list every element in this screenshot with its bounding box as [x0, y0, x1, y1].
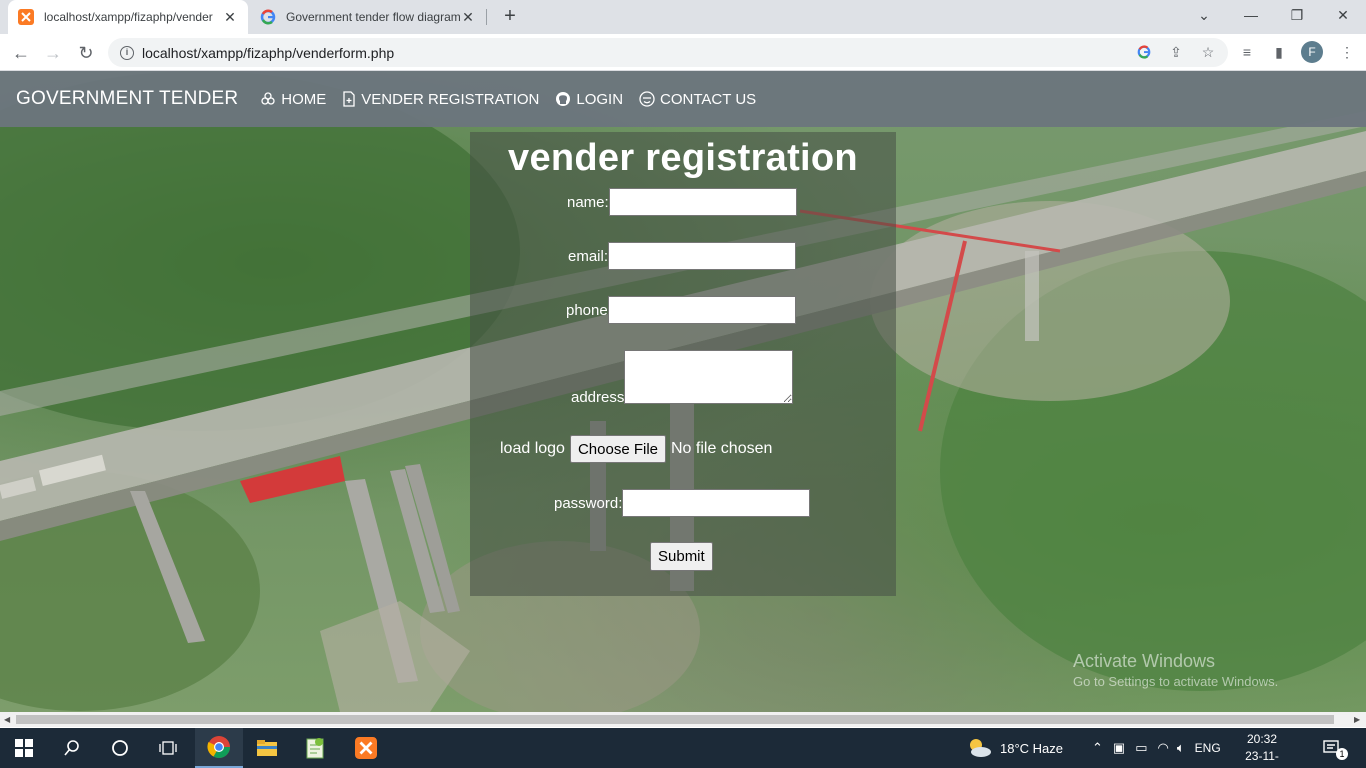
clock-date: 23-11-2022 — [1245, 749, 1279, 768]
submit-button[interactable]: Submit — [650, 542, 713, 571]
bookmark-star-icon[interactable]: ☆ — [1199, 43, 1217, 61]
address-bar[interactable]: i localhost/xampp/fizaphp/venderform.php — [108, 38, 1228, 67]
reload-icon[interactable]: ↻ — [73, 40, 99, 66]
reading-list-icon[interactable]: ≡ — [1238, 43, 1256, 61]
email-row: email: — [568, 242, 797, 270]
close-window-icon[interactable]: ✕ — [1320, 0, 1366, 30]
menu-kebab-icon[interactable]: ⋮ — [1338, 43, 1356, 61]
scroll-left-icon[interactable]: ◀ — [4, 715, 10, 724]
tab-title: Government tender flow diagram — [286, 10, 460, 24]
email-label: email: — [568, 247, 609, 265]
logo-row: load logo Choose File No file chosen — [500, 435, 772, 463]
name-row: name: — [567, 188, 797, 216]
google-icon — [260, 9, 276, 25]
email-input[interactable] — [608, 242, 797, 270]
nav-link-label: LOGIN — [576, 90, 624, 108]
notification-center-icon[interactable]: 1 — [1322, 728, 1348, 768]
wifi-icon[interactable]: ◠ — [1158, 740, 1169, 756]
tab-vender-form[interactable]: localhost/xampp/fizaphp/vender ✕ — [8, 0, 248, 34]
nav-link-vender-registration[interactable]: VENDER REGISTRATION — [342, 91, 539, 108]
url-text[interactable]: localhost/xampp/fizaphp/venderform.php — [142, 45, 394, 61]
cortana-icon[interactable] — [96, 728, 144, 768]
password-label: password: — [554, 494, 623, 512]
xampp-taskbar-icon[interactable] — [342, 728, 390, 768]
chrome-taskbar-icon[interactable] — [195, 728, 243, 768]
tray-icons: ⌃ ▣ ▭ ◠ 🔈︎ ENG — [1092, 728, 1221, 768]
form-heading: vender registration — [508, 137, 858, 179]
search-icon[interactable] — [48, 728, 96, 768]
volume-icon[interactable]: 🔈︎ — [1177, 740, 1185, 756]
notepad-plus-icon[interactable] — [291, 728, 339, 768]
site-brand[interactable]: GOVERNMENT TENDER — [16, 88, 238, 110]
site-info-icon[interactable]: i — [120, 45, 134, 60]
home-icon — [261, 92, 275, 105]
windows-taskbar: 18°C Haze ⌃ ▣ ▭ ◠ 🔈︎ ENG 20:32 23-11-202… — [0, 728, 1366, 768]
name-input[interactable] — [608, 188, 797, 216]
nav-link-home[interactable]: HOME — [260, 91, 326, 108]
site-navbar: GOVERNMENT TENDER HOME VENDER REGISTRATI… — [0, 71, 1366, 127]
address-label: address — [571, 389, 625, 406]
clock-time: 20:32 — [1246, 732, 1278, 746]
github-icon — [556, 92, 571, 106]
address-row: address — [571, 350, 794, 406]
back-icon[interactable]: ← — [8, 40, 34, 66]
windows-start-icon[interactable] — [0, 728, 48, 768]
side-panel-icon[interactable]: ▮ — [1270, 43, 1288, 61]
horizontal-scrollbar[interactable]: ◀ ▶ — [0, 712, 1366, 727]
phone-label: phone — [566, 301, 608, 319]
chevron-up-icon[interactable]: ⌃ — [1092, 740, 1103, 756]
nav-link-label: VENDER REGISTRATION — [361, 90, 540, 108]
google-lens-icon[interactable] — [1135, 43, 1153, 61]
share-icon[interactable]: ⇪ — [1167, 43, 1185, 61]
weather-text: 18°C Haze — [1000, 740, 1064, 756]
new-tab-icon[interactable]: + — [498, 5, 522, 28]
file-icon — [343, 91, 355, 107]
scroll-right-icon[interactable]: ▶ — [1354, 715, 1360, 724]
phone-row: phone — [566, 296, 796, 324]
logo-label: load logo — [500, 440, 565, 457]
tab-separator — [486, 9, 487, 25]
nav-link-login[interactable]: LOGIN — [555, 91, 623, 108]
tab-title: localhost/xampp/fizaphp/vender — [44, 10, 213, 24]
tab-google-search[interactable]: Government tender flow diagram ✕ — [250, 0, 486, 34]
password-row: password: — [554, 489, 811, 517]
battery-icon[interactable]: ▭ — [1135, 740, 1147, 756]
xampp-icon — [18, 9, 34, 25]
minimize-icon[interactable]: — — [1228, 0, 1274, 30]
close-tab-icon[interactable]: ✕ — [222, 9, 238, 26]
weather-haze-icon — [970, 739, 991, 757]
choose-file-button[interactable]: Choose File — [569, 435, 666, 463]
close-tab-icon[interactable]: ✕ — [460, 9, 476, 26]
phone-input[interactable] — [607, 296, 796, 324]
language-indicator[interactable]: ENG — [1195, 741, 1221, 755]
activate-windows-watermark: Activate Windows Go to Settings to activ… — [1073, 651, 1278, 689]
browser-tab-strip: localhost/xampp/fizaphp/vender ✕ Governm… — [0, 0, 1366, 34]
file-explorer-icon[interactable] — [243, 728, 291, 768]
system-clock[interactable]: 20:32 23-11-2022 — [1232, 731, 1292, 768]
nav-link-label: HOME — [281, 90, 327, 108]
tab-search-icon[interactable]: ⌄ — [1181, 0, 1227, 30]
password-input[interactable] — [622, 489, 811, 517]
address-textarea[interactable] — [624, 350, 794, 404]
name-label: name: — [567, 193, 609, 211]
nav-link-contact-us[interactable]: CONTACT US — [639, 91, 756, 108]
notification-badge: 1 — [1336, 748, 1348, 760]
meet-now-icon[interactable]: ▣ — [1113, 740, 1125, 756]
watermark-title: Activate Windows — [1073, 651, 1216, 671]
vender-registration-form: vender registration name: email: phone a… — [470, 132, 896, 596]
scrollbar-thumb[interactable] — [16, 715, 1334, 724]
nav-link-label: CONTACT US — [660, 90, 757, 108]
watermark-subtitle: Go to Settings to activate Windows. — [1073, 674, 1279, 689]
restore-icon[interactable]: ❐ — [1274, 0, 1320, 30]
page-viewport: GOVERNMENT TENDER HOME VENDER REGISTRATI… — [0, 71, 1366, 712]
profile-avatar[interactable]: F — [1301, 41, 1323, 63]
browser-toolbar: ← → ↻ i localhost/xampp/fizaphp/venderfo… — [0, 34, 1366, 71]
weather-widget[interactable]: 18°C Haze — [966, 728, 1063, 768]
file-status-text: No file chosen — [671, 440, 773, 457]
forward-icon[interactable]: → — [40, 40, 66, 66]
smiley-icon — [639, 91, 655, 107]
task-view-icon[interactable] — [144, 728, 192, 768]
